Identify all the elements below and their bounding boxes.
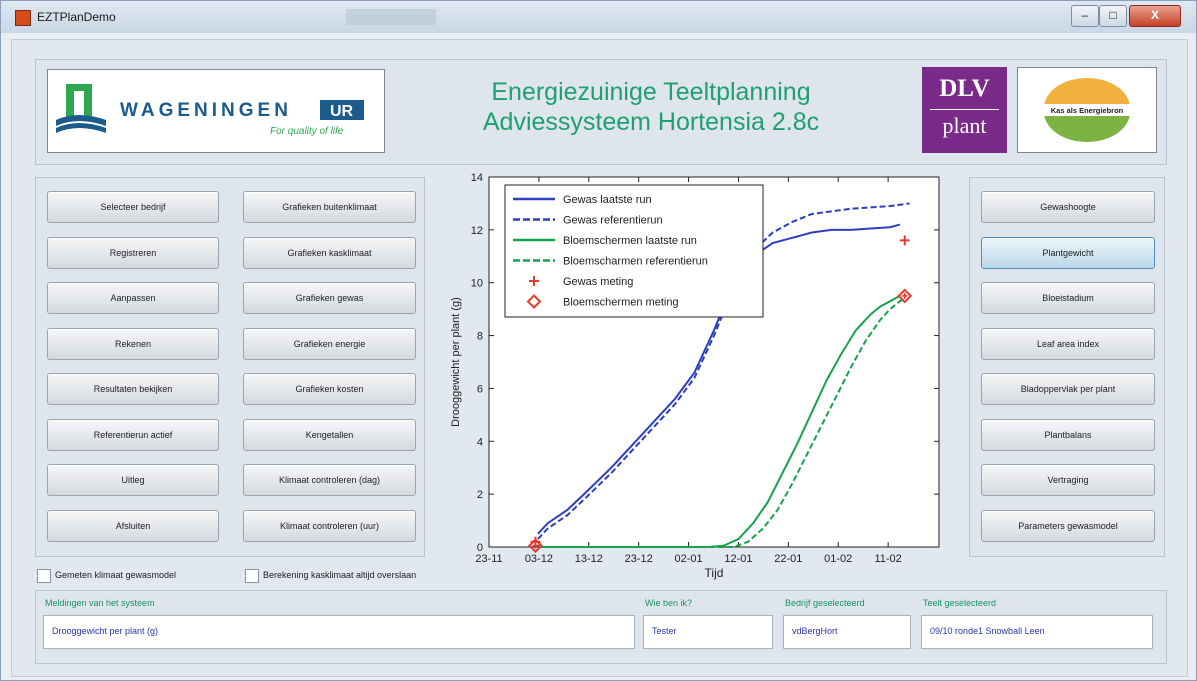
grafieken-kosten-button[interactable]: Grafieken kosten: [243, 373, 416, 405]
crop-field: 09/10 ronde1 Snowball Leen: [921, 615, 1153, 649]
messages-label: Meldingen van het systeem: [45, 598, 155, 608]
x-tick-label: 01-02: [824, 553, 852, 565]
dlv-divider: [930, 109, 999, 110]
messages-field: Drooggewicht per plant (g): [43, 615, 635, 649]
minimize-icon: –: [1081, 8, 1089, 22]
y-tick-label: 2: [477, 489, 483, 501]
grafieken-energie-button[interactable]: Grafieken energie: [243, 327, 416, 360]
y-tick-label: 14: [471, 172, 483, 184]
y-tick-label: 10: [471, 278, 483, 290]
minimize-button[interactable]: –: [1071, 5, 1099, 27]
close-button[interactable]: X: [1129, 5, 1181, 27]
klimaat-controleren-uur-button[interactable]: Klimaat controleren (uur): [243, 509, 416, 542]
skip-greenhouse-calc-label: Berekening kasklimaat altijd overslaan: [263, 570, 417, 580]
registreren-button[interactable]: Registreren: [47, 236, 219, 269]
left-button-panel: [35, 177, 425, 557]
window-title: EZTPlanDemo: [37, 10, 116, 24]
app-heading: Energiezuinige Teeltplanning Adviessyste…: [361, 77, 941, 137]
crop-label: Teelt geselecteerd: [923, 598, 997, 608]
skip-greenhouse-calc-checkbox[interactable]: [245, 569, 259, 583]
afsluiten-button[interactable]: Afsluiten: [47, 509, 219, 542]
company-field: vdBergHort: [783, 615, 911, 649]
y-axis-label: Drooggewicht per plant (g): [450, 297, 462, 427]
kas-energiebron-graphic: Kas als Energiebron: [1030, 78, 1144, 142]
company-label: Bedrijf geselecteerd: [785, 598, 865, 608]
uitleg-button[interactable]: Uitleg: [47, 464, 219, 496]
close-icon: X: [1150, 8, 1159, 22]
measured-climate-checkbox[interactable]: [37, 569, 51, 583]
x-tick-label: 22-01: [774, 553, 802, 565]
x-tick-label: 11-02: [874, 553, 901, 565]
bloeistadium-button[interactable]: Bloeistadium: [981, 282, 1155, 314]
x-tick-label: 02-01: [674, 553, 702, 565]
grafieken-gewas-button[interactable]: Grafieken gewas: [243, 282, 416, 314]
app-heading-line2: Adviessysteem Hortensia 2.8c: [482, 108, 820, 136]
x-tick-label: 12-01: [724, 553, 752, 565]
right-button-panel: [969, 177, 1165, 557]
grafieken-buitenklimaat-button[interactable]: Grafieken buitenklimaat: [243, 191, 416, 223]
legend-label: Bloemschermen laatste run: [563, 235, 697, 247]
rekenen-button[interactable]: Rekenen: [47, 327, 219, 360]
x-tick-label: 23-11: [475, 553, 502, 565]
y-tick-label: 6: [477, 383, 483, 395]
maximize-button[interactable]: □: [1099, 5, 1127, 27]
x-tick-label: 13-12: [575, 553, 603, 565]
dlv-text: DLV: [939, 75, 990, 102]
leaf-area-index-button[interactable]: Leaf area index: [981, 327, 1155, 360]
legend-label: Gewas laatste run: [563, 194, 652, 206]
gewashoogte-button[interactable]: Gewashoogte: [981, 191, 1155, 223]
dry-weight-chart: 0246810121423-11 03-12 13-12 23-12 02-01 12-0…: [450, 172, 940, 580]
ur-badge: UR: [330, 103, 354, 120]
legend-label: Gewas meting: [563, 276, 633, 288]
maximize-icon: □: [1109, 8, 1117, 22]
x-tick-label: 03-12: [525, 553, 553, 565]
crop-value: 09/10 ronde1 Snowball Leen: [930, 626, 1045, 636]
kengetallen-button[interactable]: Kengetallen: [243, 418, 416, 451]
dlv-plant-logo: DLV plant: [922, 67, 1007, 153]
kas-text: Kas als Energiebron: [1051, 106, 1124, 115]
app-heading-line1: Energiezuinige Teeltplanning: [491, 78, 811, 106]
wageningen-tagline: For quality of life: [270, 126, 344, 137]
x-tick-label: 23-12: [625, 553, 653, 565]
wageningen-wordmark: WAGENINGEN: [120, 100, 292, 121]
app-icon: [15, 10, 31, 26]
kas-energiebron-logo: Kas als Energiebron: [1017, 67, 1157, 153]
legend-label: Bloemschermen meting: [563, 297, 679, 309]
who-field: Tester: [643, 615, 773, 649]
y-tick-label: 4: [477, 436, 483, 448]
plantbalans-button[interactable]: Plantbalans: [981, 418, 1155, 451]
grafieken-kasklimaat-button[interactable]: Grafieken kasklimaat: [243, 236, 416, 269]
parameters-gewasmodel-button[interactable]: Parameters gewasmodel: [981, 509, 1155, 542]
who-value: Tester: [652, 626, 677, 636]
referentierun-actief-button[interactable]: Referentierun actief: [47, 418, 219, 451]
plant-text: plant: [942, 113, 987, 138]
wageningen-logo-graphic: WAGENINGEN UR For quality of life: [56, 84, 364, 137]
bladoppervlak-per-plant-button[interactable]: Bladoppervlak per plant: [981, 373, 1155, 405]
aanpassen-button[interactable]: Aanpassen: [47, 282, 219, 314]
resultaten-bekijken-button[interactable]: Resultaten bekijken: [47, 373, 219, 405]
company-value: vdBergHort: [792, 626, 838, 636]
title-bar: EZTPlanDemo – □ X: [1, 1, 1196, 33]
x-axis-label: Tijd: [705, 566, 724, 580]
y-tick-label: 8: [477, 331, 483, 343]
who-label: Wie ben ik?: [645, 598, 693, 608]
app-window: EZTPlanDemo – □ X WAGENINGEN UR For qual…: [0, 0, 1197, 681]
y-tick-label: 12: [471, 225, 483, 237]
selecteer-bedrijf-button[interactable]: Selecteer bedrijf: [47, 191, 219, 223]
klimaat-controleren-dag-button[interactable]: Klimaat controleren (dag): [243, 464, 416, 496]
messages-value: Drooggewicht per plant (g): [52, 626, 159, 636]
title-bar-overlay: [346, 9, 436, 25]
legend-label: Gewas referentierun: [563, 215, 663, 227]
vertraging-button[interactable]: Vertraging: [981, 464, 1155, 496]
measured-climate-label: Gemeten klimaat gewasmodel: [55, 570, 177, 580]
legend-label: Bloemscharmen referentierun: [563, 256, 708, 268]
plantgewicht-button[interactable]: Plantgewicht: [981, 236, 1155, 269]
wageningen-logo: WAGENINGEN UR For quality of life: [47, 69, 385, 153]
